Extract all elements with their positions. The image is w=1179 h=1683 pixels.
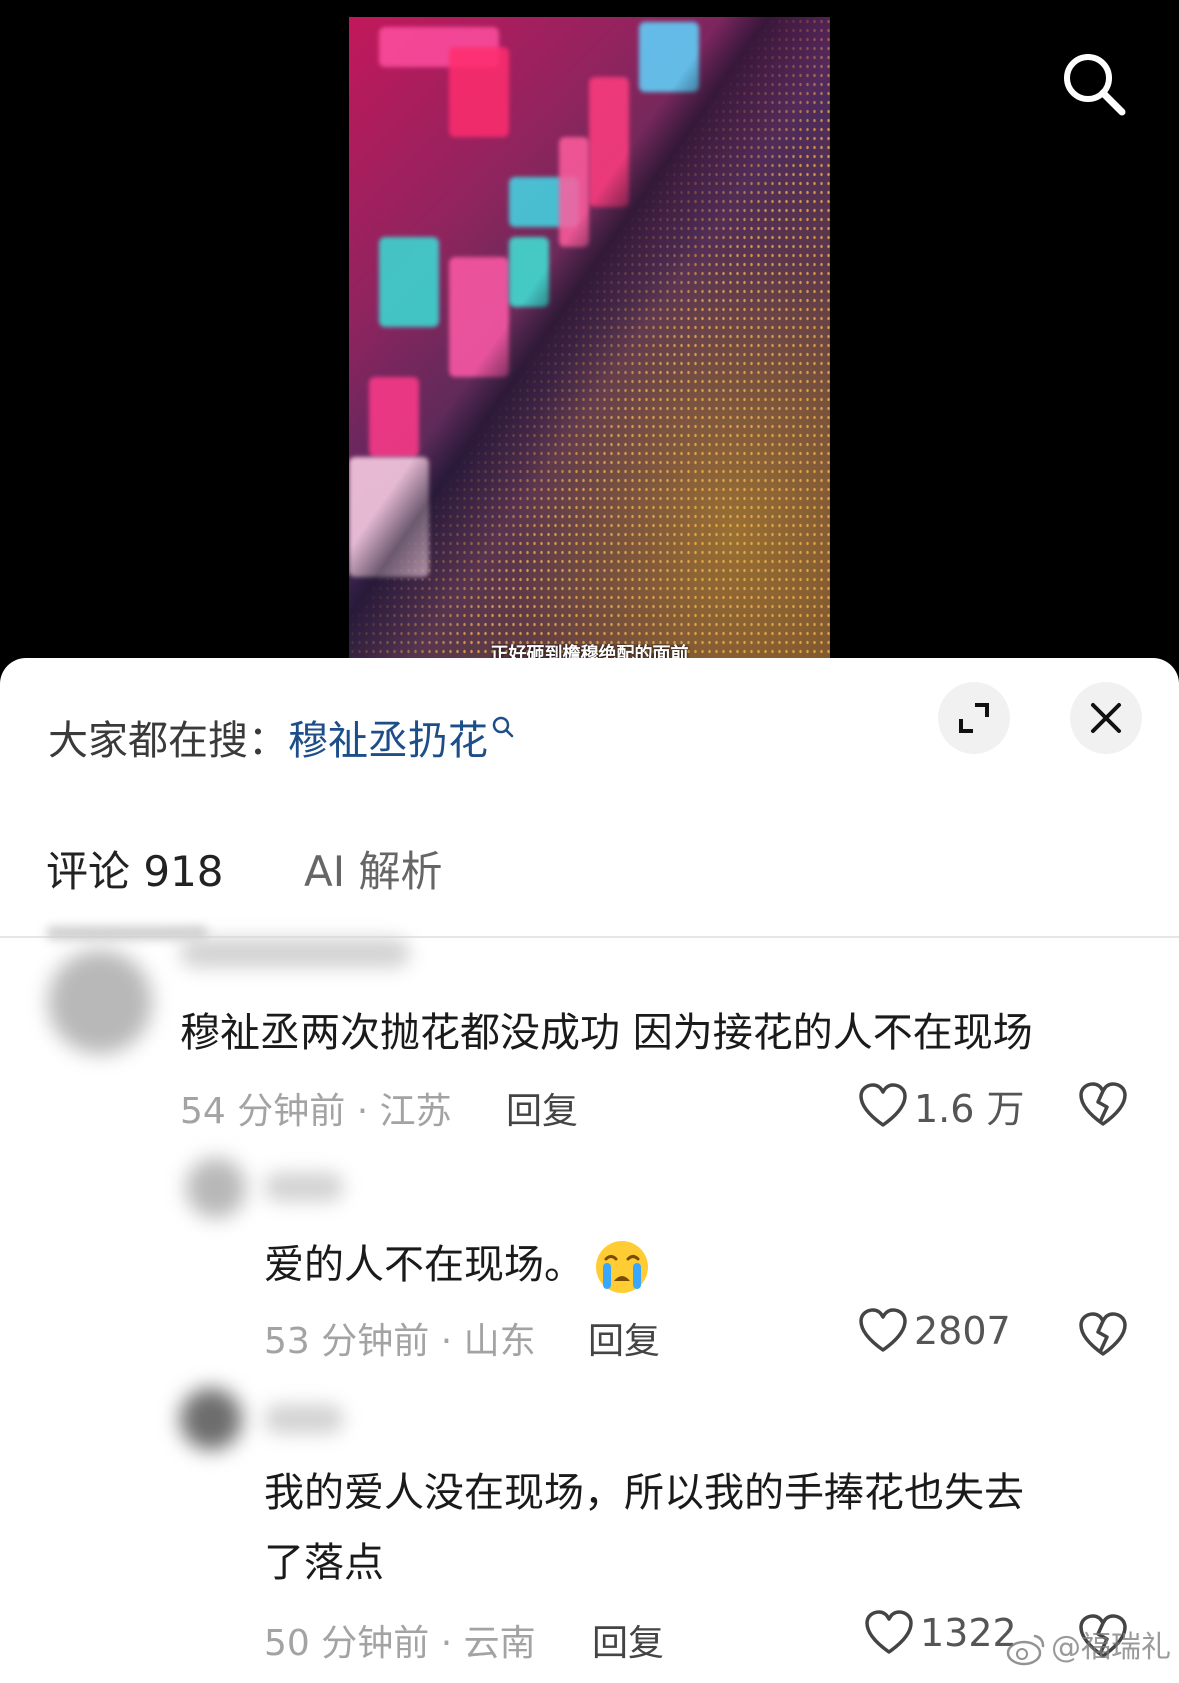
heart-icon [859,1308,907,1352]
like-count: 1322 [920,1611,1017,1655]
small-search-icon [492,716,514,738]
heart-icon [865,1610,913,1654]
tab-bar: 评论 918 AI 解析 [0,838,1179,940]
weibo-logo-icon [1006,1634,1045,1665]
watermark: @福瑞礼 [1005,1622,1171,1666]
comment-text: 我的爱人没在现场，所以我的手捧花也失去 [264,1470,1024,1516]
comment-meta: 53 分钟前 · 山东 [264,1321,536,1362]
username[interactable] [264,1404,344,1434]
hot-search-term[interactable]: 穆祉丞扔花 [288,718,488,764]
video-player[interactable]: 正好砸到檐穆绝配的面前 [0,0,1179,660]
reply-button[interactable]: 回复 [588,1312,660,1364]
tab-comments[interactable]: 评论 918 [46,838,224,899]
expand-button[interactable] [938,682,1010,754]
like-count: 2807 [914,1309,1011,1353]
expand-icon [959,703,989,733]
close-button[interactable] [1070,682,1142,754]
search-icon[interactable] [1058,48,1130,120]
avatar[interactable] [48,950,152,1054]
username[interactable] [264,1172,344,1202]
reply-button[interactable]: 回复 [592,1614,664,1666]
close-icon [1091,703,1121,733]
comment-text: 爱的人不在现场。 [264,1230,652,1300]
comment-meta: 50 分钟前 · 云南 [264,1623,536,1664]
comment-text-line2: 了落点 [264,1540,384,1586]
reply-button[interactable]: 回复 [506,1082,578,1134]
comment-text-content: 爱的人不在现场。 [264,1242,584,1288]
username[interactable] [180,938,410,968]
comment-meta: 54 分钟前 · 江苏 [180,1091,452,1132]
tab-active-indicator [46,926,208,940]
like-button[interactable]: 1322 [864,1610,1017,1656]
heart-icon [859,1082,907,1127]
avatar[interactable] [186,1158,246,1218]
like-button[interactable]: 1.6 万 [858,1078,1025,1133]
broken-heart-icon[interactable] [1078,1082,1128,1128]
like-button[interactable]: 2807 [858,1308,1011,1354]
comments-sheet: 大家都在搜：穆祉丞扔花 评论 918 AI 解析 穆祉丞两次抛花都没成功 因为接… [0,658,1179,1683]
comment-text: 穆祉丞两次抛花都没成功 因为接花的人不在现场 [180,1010,1033,1056]
hot-search-prefix: 大家都在搜： [48,718,288,764]
tab-ai-analysis[interactable]: AI 解析 [304,838,442,899]
like-count: 1.6 万 [914,1087,1025,1131]
broken-heart-icon[interactable] [1078,1312,1128,1358]
avatar[interactable] [180,1388,242,1450]
hot-search-bar[interactable]: 大家都在搜：穆祉丞扔花 [48,708,516,766]
video-frame[interactable]: 正好砸到檐穆绝配的面前 [349,17,830,660]
crying-face-icon [596,1241,648,1293]
watermark-text: @福瑞礼 [1051,1630,1171,1665]
